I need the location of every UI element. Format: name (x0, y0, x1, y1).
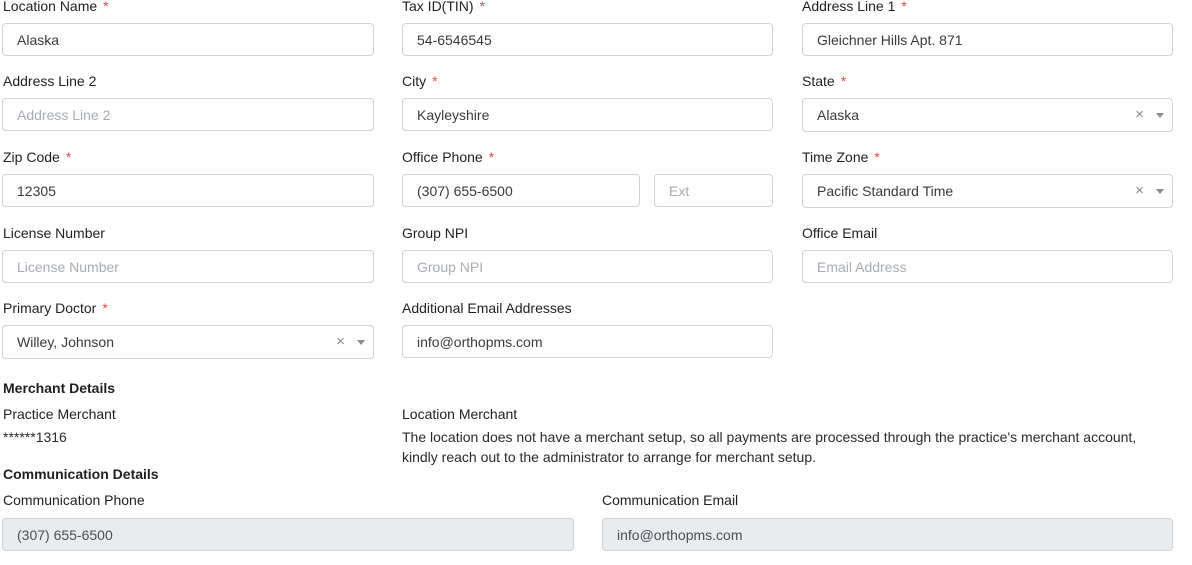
location-name-label: Location Name * (3, 0, 109, 15)
zip-code-label-text: Zip Code (3, 149, 60, 165)
communication-email-input (602, 518, 1173, 551)
address-line1-label: Address Line 1 * (802, 0, 907, 15)
zip-code-label: Zip Code * (3, 148, 71, 166)
merchant-details-heading: Merchant Details (3, 380, 116, 396)
chevron-down-icon[interactable] (1156, 113, 1164, 118)
zip-code-input[interactable] (2, 174, 374, 207)
time-zone-select-value: Pacific Standard Time (817, 183, 954, 199)
location-name-input[interactable] (2, 23, 374, 56)
required-marker: * (840, 73, 847, 89)
city-label: City * (402, 72, 438, 90)
address-line2-label-text: Address Line 2 (3, 73, 97, 89)
office-phone-input[interactable] (402, 174, 640, 207)
state-label: State * (802, 72, 846, 90)
time-zone-select[interactable]: Pacific Standard Time × (802, 174, 1173, 208)
additional-emails-label-text: Additional Email Addresses (402, 300, 572, 316)
address-line1-input[interactable] (802, 23, 1173, 56)
tax-id-input[interactable] (402, 23, 773, 56)
group-npi-input[interactable] (402, 250, 773, 283)
chevron-down-icon[interactable] (357, 340, 365, 345)
time-zone-label: Time Zone * (802, 148, 880, 166)
practice-merchant-label: Practice Merchant (3, 406, 116, 422)
city-input[interactable] (402, 98, 773, 131)
required-marker: * (901, 0, 907, 14)
required-marker: * (488, 149, 495, 165)
location-merchant-label: Location Merchant (402, 406, 518, 422)
state-select-value: Alaska (817, 107, 860, 123)
address-line1-label-text: Address Line 1 (802, 0, 896, 14)
tax-id-label-text: Tax ID(TIN) (402, 0, 474, 14)
primary-doctor-select-value: Willey, Johnson (17, 334, 115, 350)
primary-doctor-label: Primary Doctor * (3, 299, 108, 317)
group-npi-label-text: Group NPI (402, 225, 469, 241)
required-marker: * (65, 149, 72, 165)
communication-phone-label: Communication Phone (3, 492, 145, 508)
address-line2-label: Address Line 2 (3, 72, 96, 90)
clear-icon[interactable]: × (336, 333, 345, 350)
primary-doctor-select[interactable]: Willey, Johnson × (2, 325, 374, 359)
state-select[interactable]: Alaska × (802, 98, 1173, 132)
office-phone-ext-input[interactable] (654, 174, 773, 207)
time-zone-label-text: Time Zone (802, 149, 869, 165)
practice-merchant-value: ******1316 (3, 429, 67, 445)
license-number-label: License Number (3, 224, 105, 242)
office-email-label-text: Office Email (802, 225, 878, 241)
required-marker: * (102, 300, 108, 316)
location-merchant-message: The location does not have a merchant se… (402, 429, 1137, 465)
address-line2-input[interactable] (2, 98, 374, 131)
clear-icon[interactable]: × (1135, 182, 1144, 199)
office-phone-label: Office Phone * (402, 148, 494, 166)
tax-id-label: Tax ID(TIN) * (402, 0, 485, 15)
additional-emails-input[interactable] (402, 325, 773, 358)
license-number-label-text: License Number (3, 225, 105, 241)
chevron-down-icon[interactable] (1156, 189, 1164, 194)
communication-phone-input (2, 518, 574, 551)
required-marker: * (479, 0, 486, 14)
communication-email-label: Communication Email (602, 492, 739, 508)
required-marker: * (874, 149, 880, 165)
primary-doctor-label-text: Primary Doctor (3, 300, 97, 316)
office-email-label: Office Email (802, 224, 877, 242)
communication-details-heading: Communication Details (3, 466, 159, 482)
city-label-text: City (402, 73, 427, 89)
group-npi-label: Group NPI (402, 224, 468, 242)
office-email-input[interactable] (802, 250, 1173, 283)
state-label-text: State (802, 73, 835, 89)
license-number-input[interactable] (2, 250, 374, 283)
required-marker: * (103, 0, 109, 14)
required-marker: * (432, 73, 438, 89)
office-phone-label-text: Office Phone (402, 149, 483, 165)
clear-icon[interactable]: × (1135, 106, 1144, 123)
location-name-label-text: Location Name (3, 0, 98, 14)
additional-emails-label: Additional Email Addresses (402, 299, 572, 317)
